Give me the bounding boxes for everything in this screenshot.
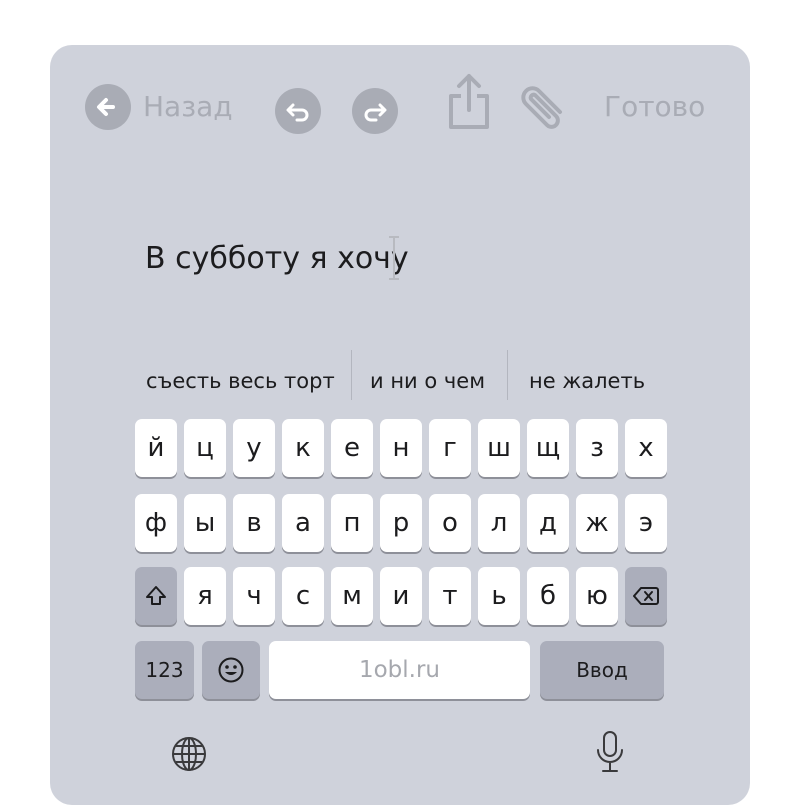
key[interactable]: р (380, 494, 422, 552)
enter-key[interactable]: Ввод (540, 641, 664, 699)
key[interactable]: е (331, 419, 373, 477)
key[interactable]: в (233, 494, 275, 552)
suggestion-2[interactable]: и ни о чем (370, 364, 485, 398)
key[interactable]: п (331, 494, 373, 552)
suggestion-divider (351, 350, 352, 400)
suggestion-divider (507, 350, 508, 400)
key[interactable]: м (331, 567, 373, 625)
key[interactable]: б (527, 567, 569, 625)
key[interactable]: й (135, 419, 177, 477)
shift-icon (146, 586, 166, 605)
emoji-icon (218, 657, 244, 683)
space-bar[interactable]: 1obl.ru (269, 641, 530, 699)
key[interactable]: ю (576, 567, 618, 625)
share-icon[interactable] (444, 72, 494, 134)
key[interactable]: ч (233, 567, 275, 625)
key[interactable]: ш (478, 419, 520, 477)
key[interactable]: и (380, 567, 422, 625)
back-arrow-icon[interactable] (85, 84, 131, 130)
undo-icon[interactable] (275, 88, 321, 134)
key[interactable]: л (478, 494, 520, 552)
suggestion-1[interactable]: съесть весь торт (146, 364, 335, 398)
key[interactable]: ж (576, 494, 618, 552)
key[interactable]: щ (527, 419, 569, 477)
redo-icon[interactable] (352, 88, 398, 134)
backspace-icon (633, 587, 659, 605)
key[interactable]: я (184, 567, 226, 625)
key[interactable]: к (282, 419, 324, 477)
back-button[interactable]: Назад (143, 88, 233, 126)
message-text[interactable]: В субботу я хочу (145, 240, 409, 278)
key[interactable]: с (282, 567, 324, 625)
key[interactable]: г (429, 419, 471, 477)
key[interactable]: д (527, 494, 569, 552)
shift-key[interactable] (135, 567, 177, 625)
key[interactable]: а (282, 494, 324, 552)
key[interactable]: у (233, 419, 275, 477)
key[interactable]: о (429, 494, 471, 552)
key[interactable]: ц (184, 419, 226, 477)
key[interactable]: э (625, 494, 667, 552)
numbers-key[interactable]: 123 (135, 641, 194, 699)
microphone-icon[interactable] (595, 730, 625, 778)
key[interactable]: з (576, 419, 618, 477)
globe-icon[interactable] (170, 735, 208, 777)
key[interactable]: ь (478, 567, 520, 625)
suggestion-3[interactable]: не жалеть (529, 364, 645, 398)
text-cursor-icon (386, 234, 402, 286)
key[interactable]: х (625, 419, 667, 477)
paperclip-icon[interactable] (515, 80, 571, 136)
key[interactable]: н (380, 419, 422, 477)
key[interactable]: ф (135, 494, 177, 552)
done-button[interactable]: Готово (604, 88, 705, 126)
backspace-key[interactable] (625, 567, 667, 625)
key[interactable]: ы (184, 494, 226, 552)
emoji-key[interactable] (202, 641, 260, 699)
key[interactable]: т (429, 567, 471, 625)
